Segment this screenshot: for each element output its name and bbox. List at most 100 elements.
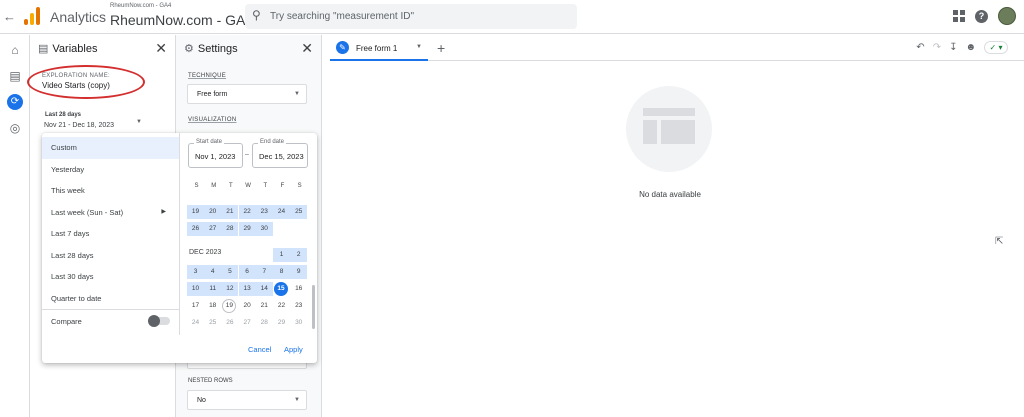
date-range-selector[interactable]: Nov 21 - Dec 18, 2023 <box>44 122 114 129</box>
compare-toggle[interactable] <box>148 315 170 327</box>
calendar-day[interactable]: 18 <box>204 299 221 313</box>
tab-bar: ✎ Free form 1 ▼ + ↶ ↷ ↧ ☻ ✓ ▾ <box>330 35 1024 61</box>
calendar-day[interactable]: 15 <box>274 282 288 296</box>
calendar-day[interactable]: 21 <box>221 205 239 219</box>
close-settings-icon[interactable]: ✕ <box>301 40 313 57</box>
calendar-day[interactable]: 10 <box>187 282 204 296</box>
account-name-small[interactable]: RheumNow.com - GA4 <box>110 3 171 9</box>
calendar-day[interactable]: 19 <box>187 205 204 219</box>
download-icon[interactable]: ↧ <box>949 42 957 53</box>
start-date-value: Nov 1, 2023 <box>195 152 236 161</box>
calendar-day[interactable]: 6 <box>238 265 256 279</box>
calendar-day[interactable]: 22 <box>238 205 256 219</box>
analytics-logo[interactable] <box>24 7 40 25</box>
calendar-day[interactable]: 23 <box>255 205 273 219</box>
preset-item[interactable]: Quarter to date <box>42 288 180 310</box>
calendar-day[interactable]: 20 <box>239 299 256 313</box>
calendar-day[interactable]: 7 <box>255 265 273 279</box>
weekday-label: M <box>211 183 217 189</box>
calendar-scrollbar[interactable] <box>312 285 315 329</box>
calendar-day[interactable]: 20 <box>204 205 222 219</box>
chevron-down-icon: ▼ <box>294 397 300 403</box>
calendar-day[interactable]: 29 <box>238 222 256 236</box>
redo-icon[interactable]: ↷ <box>933 42 941 53</box>
add-tab-icon[interactable]: + <box>437 40 445 56</box>
date-range-label: Last 28 days <box>45 112 82 118</box>
calendar-day[interactable]: 27 <box>239 316 256 330</box>
calendar-day[interactable]: 12 <box>221 282 239 296</box>
calendar-day[interactable]: 26 <box>221 316 238 330</box>
calendar-day[interactable]: 3 <box>187 265 204 279</box>
home-icon[interactable]: ⌂ <box>7 43 23 59</box>
calendar-day[interactable]: 2 <box>290 248 308 262</box>
calendar-week: 24 25 26 27 28 29 30 <box>187 316 309 330</box>
calendar-day[interactable]: 4 <box>204 265 222 279</box>
calendar-day[interactable]: 11 <box>204 282 222 296</box>
nested-rows-select[interactable]: No ▼ <box>187 390 307 410</box>
calendar-day[interactable]: 16 <box>290 282 307 296</box>
calendar-day[interactable]: 27 <box>204 222 222 236</box>
technique-select[interactable]: Free form ▼ <box>187 84 307 104</box>
preset-item[interactable]: Last 28 days <box>42 245 180 267</box>
cancel-button[interactable]: Cancel <box>248 345 271 354</box>
calendar-day[interactable]: 13 <box>238 282 256 296</box>
calendar-day[interactable]: 25 <box>204 316 221 330</box>
reports-icon[interactable]: ▤ <box>7 69 23 85</box>
calendar-day[interactable]: 1 <box>273 248 290 262</box>
header-actions: ? <box>953 7 1016 25</box>
preset-item[interactable]: This week <box>42 180 180 202</box>
calendar-day[interactable]: 26 <box>187 222 204 236</box>
share-user-icon[interactable]: ☻ <box>965 42 976 53</box>
calendar-day[interactable]: 5 <box>221 265 239 279</box>
calendar-day[interactable]: 25 <box>290 205 308 219</box>
preset-item[interactable]: Last 7 days <box>42 223 180 245</box>
calendar-day[interactable]: 14 <box>255 282 273 296</box>
compare-label: Compare <box>51 317 82 326</box>
calendar-day[interactable]: 8 <box>273 265 290 279</box>
preset-item[interactable]: Custom <box>42 137 180 159</box>
gear-icon: ⚙ <box>184 43 194 55</box>
apply-button[interactable]: Apply <box>284 345 303 354</box>
visualization-label: VISUALIZATION <box>188 117 237 123</box>
close-variables-icon[interactable]: ✕ <box>155 40 167 57</box>
pencil-icon: ✎ <box>336 41 349 54</box>
empty-table-icon <box>626 86 712 172</box>
apps-grid-icon[interactable] <box>953 10 965 22</box>
calendar-day[interactable]: 17 <box>187 299 204 313</box>
help-icon[interactable]: ? <box>975 9 988 23</box>
end-date-field[interactable]: End date Dec 15, 2023 <box>252 139 308 168</box>
technique-value: Free form <box>197 91 228 98</box>
chevron-down-icon[interactable]: ▼ <box>416 44 422 50</box>
tab-free-form-1[interactable]: ✎ Free form 1 ▼ <box>330 35 428 61</box>
calendar-day[interactable]: 29 <box>273 316 290 330</box>
avatar[interactable] <box>998 7 1016 25</box>
calendar-day[interactable]: 22 <box>273 299 290 313</box>
calendar-day[interactable]: 24 <box>273 205 290 219</box>
undo-icon[interactable]: ↶ <box>916 42 924 53</box>
chevron-down-icon[interactable]: ▼ <box>136 119 142 125</box>
calendar-day[interactable]: 9 <box>290 265 308 279</box>
calendar-day[interactable]: 24 <box>187 316 204 330</box>
calendar-day[interactable]: 28 <box>221 222 239 236</box>
start-date-field[interactable]: Start date Nov 1, 2023 <box>188 139 243 168</box>
calendar-day[interactable]: 30 <box>255 222 273 236</box>
preset-item[interactable]: Yesterday <box>42 159 180 181</box>
calendar-day[interactable]: 30 <box>290 316 307 330</box>
explore-icon[interactable]: ⟳ <box>7 94 23 110</box>
weekday-label: F <box>280 183 285 189</box>
insights-check-icon[interactable]: ✓ ▾ <box>984 41 1008 54</box>
nested-rows-value: No <box>197 397 206 404</box>
end-date-value: Dec 15, 2023 <box>259 152 304 161</box>
nested-rows-label: NESTED ROWS <box>188 378 233 384</box>
calendar-week: 17 18 19 20 21 22 23 <box>187 299 309 313</box>
calendar-day[interactable]: 28 <box>256 316 273 330</box>
calendar-day[interactable]: 19 <box>222 299 237 313</box>
back-arrow-icon[interactable]: ← <box>3 9 16 24</box>
advertising-icon[interactable]: ◎ <box>7 121 23 137</box>
property-selector[interactable]: RheumNow.com - GA4 <box>110 12 253 28</box>
search-bar[interactable]: ⚲ Try searching "measurement ID" <box>245 4 577 29</box>
preset-item[interactable]: Last week (Sun - Sat) ▶ <box>42 202 180 224</box>
calendar-day[interactable]: 23 <box>290 299 307 313</box>
preset-item[interactable]: Last 30 days <box>42 266 180 288</box>
calendar-day[interactable]: 21 <box>256 299 273 313</box>
